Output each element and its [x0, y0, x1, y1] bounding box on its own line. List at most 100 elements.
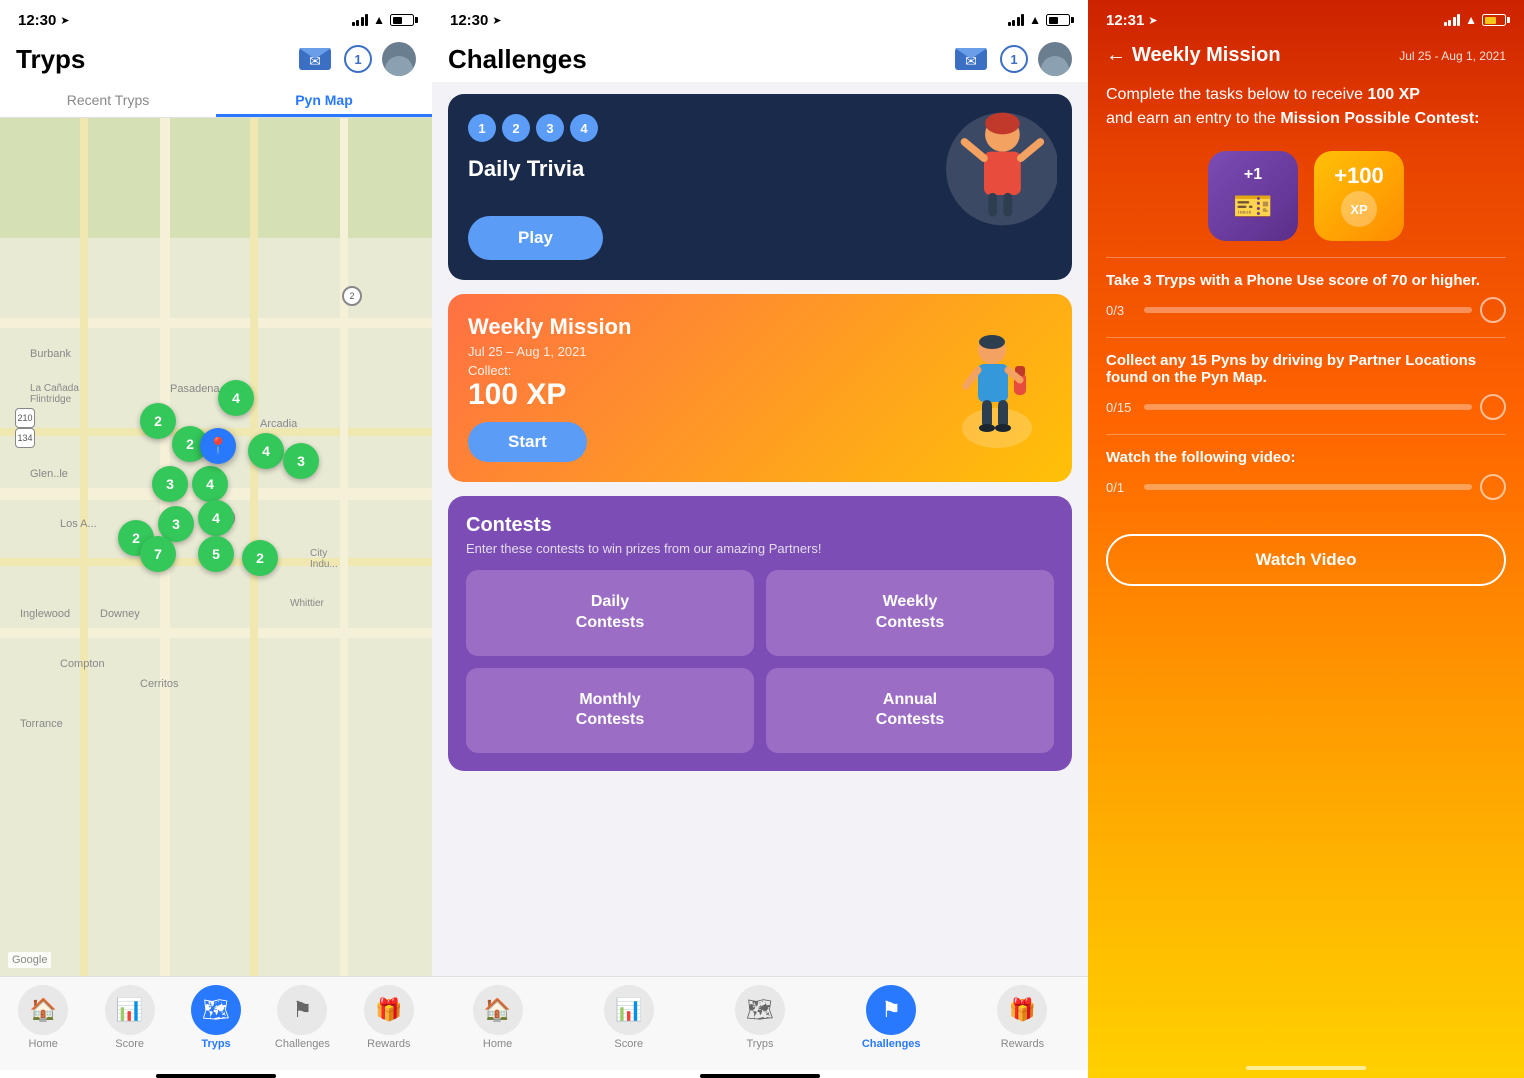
tab-pyn-map[interactable]: Pyn Map [216, 82, 432, 117]
nav-label-rewards-1: Rewards [367, 1038, 410, 1050]
nav-home-2[interactable]: 🏠 Home [432, 985, 563, 1050]
map-label-la-canada: La CañadaFlintridge [30, 383, 79, 405]
map-container[interactable]: Burbank Pasadena Arcadia La CañadaFlintr… [0, 118, 432, 976]
task-2-circle-btn[interactable] [1480, 394, 1506, 420]
cluster-6[interactable]: 4 [248, 433, 284, 469]
rewards-row: +1 🎫 +100 XP [1088, 141, 1524, 257]
map-label-city: CityIndu... [310, 548, 338, 570]
battery-icon-1 [390, 14, 414, 26]
app-title-1: Tryps [16, 44, 85, 75]
cluster-4[interactable]: 3 [152, 466, 188, 502]
avatar-body-1 [385, 56, 413, 76]
daily-contests-button[interactable]: DailyContests [466, 570, 754, 656]
map-label-pasadena: Pasadena [170, 383, 220, 395]
task-3-progress-label: 0/1 [1106, 480, 1136, 495]
tabs-1: Recent Tryps Pyn Map [0, 82, 432, 118]
avatar-2[interactable] [1038, 42, 1072, 76]
cluster-5[interactable]: 4 [192, 466, 228, 502]
location-arrow-3: ➤ [1148, 14, 1157, 27]
app-title-2: Challenges [448, 44, 587, 75]
task-1-progress-row: 0/3 [1106, 297, 1506, 323]
task-1-circle-btn[interactable] [1480, 297, 1506, 323]
mission-date: Jul 25 – Aug 1, 2021 [468, 344, 942, 359]
mission-title: Weekly Mission [468, 314, 942, 340]
nav-label-challenges-1: Challenges [275, 1038, 330, 1050]
tab-recent-tryps[interactable]: Recent Tryps [0, 82, 216, 117]
mission-xp: 100 XP [468, 378, 942, 412]
bubble-2: 2 [502, 114, 530, 142]
cluster-9[interactable]: 4 [198, 500, 234, 536]
nav-rewards-2[interactable]: 🎁 Rewards [957, 985, 1088, 1050]
nav-label-tryps-1: Tryps [201, 1038, 230, 1050]
play-button[interactable]: Play [468, 216, 603, 260]
task-3-circle-btn[interactable] [1480, 474, 1506, 500]
map-label-glendale: Glen..le [30, 468, 68, 480]
mail-icon-2: ✉ [955, 48, 987, 70]
bottom-nav-2: 🏠 Home 📊 Score 🗺 Tryps ⚑ Challenges 🎁 Re… [432, 976, 1088, 1070]
map-label-compton: Compton [60, 658, 105, 670]
trivia-illustration [932, 104, 1062, 234]
notification-badge-2[interactable]: 1 [1000, 45, 1028, 73]
avatar-body-2 [1041, 56, 1069, 76]
cluster-1[interactable]: 2 [140, 403, 176, 439]
back-arrow-icon: ← [1106, 44, 1126, 67]
task-3: Watch the following video: 0/1 [1106, 434, 1506, 514]
map-label-burbank: Burbank [30, 348, 71, 360]
task-3-progress-row: 0/1 [1106, 474, 1506, 500]
nav-home-1[interactable]: 🏠 Home [0, 985, 86, 1050]
battery-icon-3 [1482, 14, 1506, 26]
cluster-12[interactable]: 5 [198, 536, 234, 572]
home-indicator-1 [156, 1074, 276, 1078]
back-button[interactable]: ← Weekly Mission [1106, 44, 1281, 67]
status-bar-3: 12:31 ➤ ▲ [1088, 0, 1524, 36]
rewards-icon-2: 🎁 [997, 985, 1047, 1035]
location-arrow-1: ➤ [60, 14, 69, 27]
task-2: Collect any 15 Pyns by driving by Partne… [1106, 337, 1506, 434]
cluster-7[interactable]: 3 [283, 443, 319, 479]
home-icon-1: 🏠 [18, 985, 68, 1035]
notification-badge-1[interactable]: 1 [344, 45, 372, 73]
header-icons-2: ✉ 1 [952, 42, 1072, 76]
nav-score-1[interactable]: 📊 Score [86, 985, 172, 1050]
cluster-13[interactable]: 2 [242, 540, 278, 576]
header-icons-1: ✉ 1 [296, 42, 416, 76]
nav-challenges-1[interactable]: ⚑ Challenges [259, 985, 345, 1050]
nav-score-2[interactable]: 📊 Score [563, 985, 694, 1050]
nav-label-score-2: Score [614, 1038, 643, 1050]
wifi-icon-3: ▲ [1465, 13, 1477, 27]
battery-fill-3 [1485, 17, 1496, 24]
start-button[interactable]: Start [468, 422, 587, 462]
tryps-icon-1: 🗺 [191, 985, 241, 1035]
ticket-icon: 🎫 [1233, 187, 1273, 225]
weekly-contests-button[interactable]: WeeklyContests [766, 570, 1054, 656]
woman-figure-svg [937, 104, 1057, 234]
monthly-contests-button[interactable]: MonthlyContests [466, 668, 754, 754]
mission-detail-date: Jul 25 - Aug 1, 2021 [1399, 49, 1506, 63]
xp-reward-box: +100 XP [1314, 151, 1404, 241]
score-icon-2: 📊 [604, 985, 654, 1035]
phone-challenges: 12:30 ➤ ▲ Challenges ✉ 1 [432, 0, 1088, 1078]
nav-tryps-1[interactable]: 🗺 Tryps [173, 985, 259, 1050]
task-1: Take 3 Tryps with a Phone Use score of 7… [1106, 257, 1506, 337]
nav-label-home-2: Home [483, 1038, 512, 1050]
cluster-2[interactable]: 4 [218, 380, 254, 416]
tasks-container: Take 3 Tryps with a Phone Use score of 7… [1088, 257, 1524, 514]
nav-rewards-1[interactable]: 🎁 Rewards [346, 985, 432, 1050]
highway-134: 134 [15, 428, 35, 448]
wifi-icon-2: ▲ [1029, 13, 1041, 27]
nav-tryps-2[interactable]: 🗺 Tryps [694, 985, 825, 1050]
mail-button-1[interactable]: ✉ [296, 44, 334, 74]
cluster-11[interactable]: 7 [140, 536, 176, 572]
nav-challenges-2[interactable]: ⚑ Challenges [826, 985, 957, 1050]
mission-collect-label: Collect: [468, 363, 942, 378]
mail-button-2[interactable]: ✉ [952, 44, 990, 74]
mission-illustration [942, 328, 1052, 448]
xp-plus-label: +100 [1334, 165, 1384, 187]
annual-contests-button[interactable]: AnnualContests [766, 668, 1054, 754]
mission-detail-title: Weekly Mission [1132, 44, 1281, 67]
mission-text: Weekly Mission Jul 25 – Aug 1, 2021 Coll… [468, 314, 942, 462]
task-2-progress-track [1144, 404, 1472, 410]
time-2: 12:30 [450, 12, 488, 29]
avatar-1[interactable] [382, 42, 416, 76]
watch-video-button[interactable]: Watch Video [1106, 534, 1506, 586]
